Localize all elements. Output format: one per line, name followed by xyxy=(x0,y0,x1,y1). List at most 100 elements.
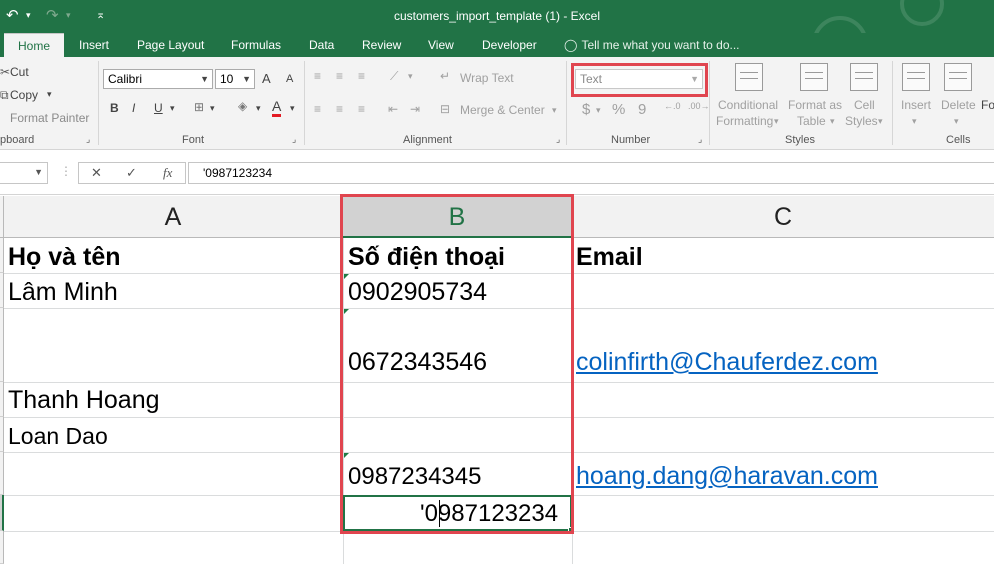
grow-font-button[interactable]: A xyxy=(262,71,271,86)
italic-button[interactable]: I xyxy=(132,101,135,115)
alignment-launcher-icon[interactable]: ⌟ xyxy=(556,134,560,145)
formula-bar-grip-icon[interactable]: ⋮ xyxy=(60,164,72,178)
format-as-table-icon[interactable] xyxy=(800,63,828,91)
font-size-value: 10 xyxy=(220,72,234,86)
cut-button[interactable]: Cut xyxy=(10,65,29,79)
clipboard-launcher-icon[interactable]: ⌟ xyxy=(86,134,90,145)
lightbulb-icon: ◯ xyxy=(564,38,578,52)
column-header-a[interactable]: A xyxy=(4,196,343,238)
delete-cells-button[interactable]: Delete xyxy=(941,98,976,112)
tell-me-text: Tell me what you want to do... xyxy=(581,38,740,52)
cell-styles-label-2[interactable]: Styles xyxy=(845,114,878,128)
tab-home[interactable]: Home xyxy=(4,33,64,57)
decrease-indent-icon[interactable]: ⇤ xyxy=(388,102,398,116)
insert-cells-icon[interactable] xyxy=(902,63,930,91)
conditional-formatting-label-1[interactable]: Conditional xyxy=(718,98,778,112)
cell-styles-icon[interactable] xyxy=(850,63,878,91)
row-header[interactable] xyxy=(0,382,4,417)
tab-data[interactable]: Data xyxy=(309,33,334,57)
copy-button[interactable]: Copy xyxy=(10,88,38,102)
font-name-combo[interactable]: Calibri ▼ xyxy=(103,69,213,89)
confirm-entry-button[interactable]: ✓ xyxy=(126,165,137,181)
font-color-dropdown-icon[interactable]: ▾ xyxy=(290,103,295,114)
format-as-table-label-1[interactable]: Format as xyxy=(788,98,842,112)
bold-button[interactable]: B xyxy=(110,101,119,115)
scissors-icon[interactable]: ✂ xyxy=(0,65,10,79)
format-as-table-label-2[interactable]: Table xyxy=(797,114,826,128)
align-center-icon[interactable]: ≡ xyxy=(336,102,343,116)
name-box[interactable]: ▼ xyxy=(0,162,48,184)
copy-dropdown-icon[interactable]: ▾ xyxy=(47,89,52,100)
fill-dropdown-icon[interactable]: ▾ xyxy=(256,103,261,114)
format-painter-button[interactable]: Format Painter xyxy=(10,111,89,125)
insert-cells-button[interactable]: Insert xyxy=(901,98,931,112)
font-color-button[interactable]: A xyxy=(272,99,282,117)
font-size-combo[interactable]: 10 ▼ xyxy=(215,69,255,89)
number-launcher-icon[interactable]: ⌟ xyxy=(698,134,702,145)
wrap-text-icon[interactable]: ↵ xyxy=(440,69,450,83)
tab-view[interactable]: View xyxy=(428,33,454,57)
ribbon-tabs: Home Insert Page Layout Formulas Data Re… xyxy=(0,33,994,57)
wrap-text-button[interactable]: Wrap Text xyxy=(460,71,514,85)
underline-button[interactable]: U xyxy=(154,101,163,115)
merge-center-button[interactable]: Merge & Center xyxy=(460,103,545,117)
currency-button[interactable]: $ xyxy=(582,101,590,118)
row-header-selected[interactable] xyxy=(0,495,4,531)
formula-buttons: ✕ ✓ fx xyxy=(78,162,186,184)
cell-a1[interactable]: Họ và tên xyxy=(8,242,121,272)
borders-icon[interactable]: ⊞ xyxy=(194,100,204,114)
borders-dropdown-icon[interactable]: ▾ xyxy=(210,103,215,114)
tab-page-layout[interactable]: Page Layout xyxy=(137,33,204,57)
cancel-entry-button[interactable]: ✕ xyxy=(91,165,102,181)
align-bottom-icon[interactable]: ≡ xyxy=(358,69,365,83)
conditional-formatting-label-2[interactable]: Formatting xyxy=(716,114,773,128)
row-header[interactable] xyxy=(0,273,4,308)
orientation-dropdown-icon[interactable]: ▾ xyxy=(408,71,413,82)
percent-button[interactable]: % xyxy=(612,101,625,118)
row-header[interactable] xyxy=(0,417,4,452)
align-right-icon[interactable]: ≡ xyxy=(358,102,365,116)
row-header[interactable] xyxy=(0,308,4,382)
row-header[interactable] xyxy=(0,238,4,273)
align-top-icon[interactable]: ≡ xyxy=(314,69,321,83)
cell-c3[interactable]: colinfirth@Chauferdez.com xyxy=(576,347,878,377)
formula-input[interactable]: '0987123234 xyxy=(188,162,994,184)
cell-c1[interactable]: Email xyxy=(576,242,643,272)
column-b-highlight xyxy=(340,194,574,534)
align-left-icon[interactable]: ≡ xyxy=(314,102,321,116)
tab-formulas[interactable]: Formulas xyxy=(231,33,281,57)
cell-a4[interactable]: Thanh Hoang xyxy=(8,385,160,415)
chevron-down-icon: ▾ xyxy=(878,116,883,126)
increase-decimal-icon[interactable]: ←.0 xyxy=(664,101,681,111)
orientation-icon[interactable]: ⟋ xyxy=(390,69,398,84)
insert-function-button[interactable]: fx xyxy=(163,165,172,181)
shrink-font-button[interactable]: A xyxy=(286,73,293,85)
currency-dropdown-icon[interactable]: ▾ xyxy=(596,105,601,116)
cell-c6[interactable]: hoang.dang@haravan.com xyxy=(576,461,878,491)
align-middle-icon[interactable]: ≡ xyxy=(336,69,343,83)
chevron-down-icon: ▾ xyxy=(774,116,779,126)
tab-review[interactable]: Review xyxy=(362,33,401,57)
tell-me-box[interactable]: ◯ Tell me what you want to do... xyxy=(564,33,740,57)
fill-color-icon[interactable]: ◈ xyxy=(238,99,247,113)
row-header[interactable] xyxy=(0,531,4,564)
column-header-c[interactable]: C xyxy=(572,196,994,238)
row-header[interactable] xyxy=(0,452,4,495)
tab-developer[interactable]: Developer xyxy=(482,33,537,57)
copy-icon[interactable]: ⧉ xyxy=(0,88,9,103)
increase-indent-icon[interactable]: ⇥ xyxy=(410,102,420,116)
format-cells-button[interactable]: Fo xyxy=(981,98,994,112)
cell-styles-label-1[interactable]: Cell xyxy=(854,98,875,112)
cell-a2[interactable]: Lâm Minh xyxy=(8,277,118,307)
merge-dropdown-icon[interactable]: ▾ xyxy=(552,105,557,116)
conditional-formatting-icon[interactable] xyxy=(735,63,763,91)
cell-a5[interactable]: Loan Dao xyxy=(8,421,108,451)
merge-center-icon[interactable]: ⊟ xyxy=(440,102,450,116)
tab-insert[interactable]: Insert xyxy=(79,33,109,57)
underline-dropdown-icon[interactable]: ▾ xyxy=(170,103,175,114)
comma-button[interactable]: 9 xyxy=(638,101,646,118)
delete-cells-icon[interactable] xyxy=(944,63,972,91)
font-launcher-icon[interactable]: ⌟ xyxy=(292,134,296,145)
decrease-decimal-icon[interactable]: .00→ xyxy=(688,101,710,111)
title-bar: ↶ ▾ ↷ ▾ ⌅ customers_import_template (1) … xyxy=(0,0,994,72)
